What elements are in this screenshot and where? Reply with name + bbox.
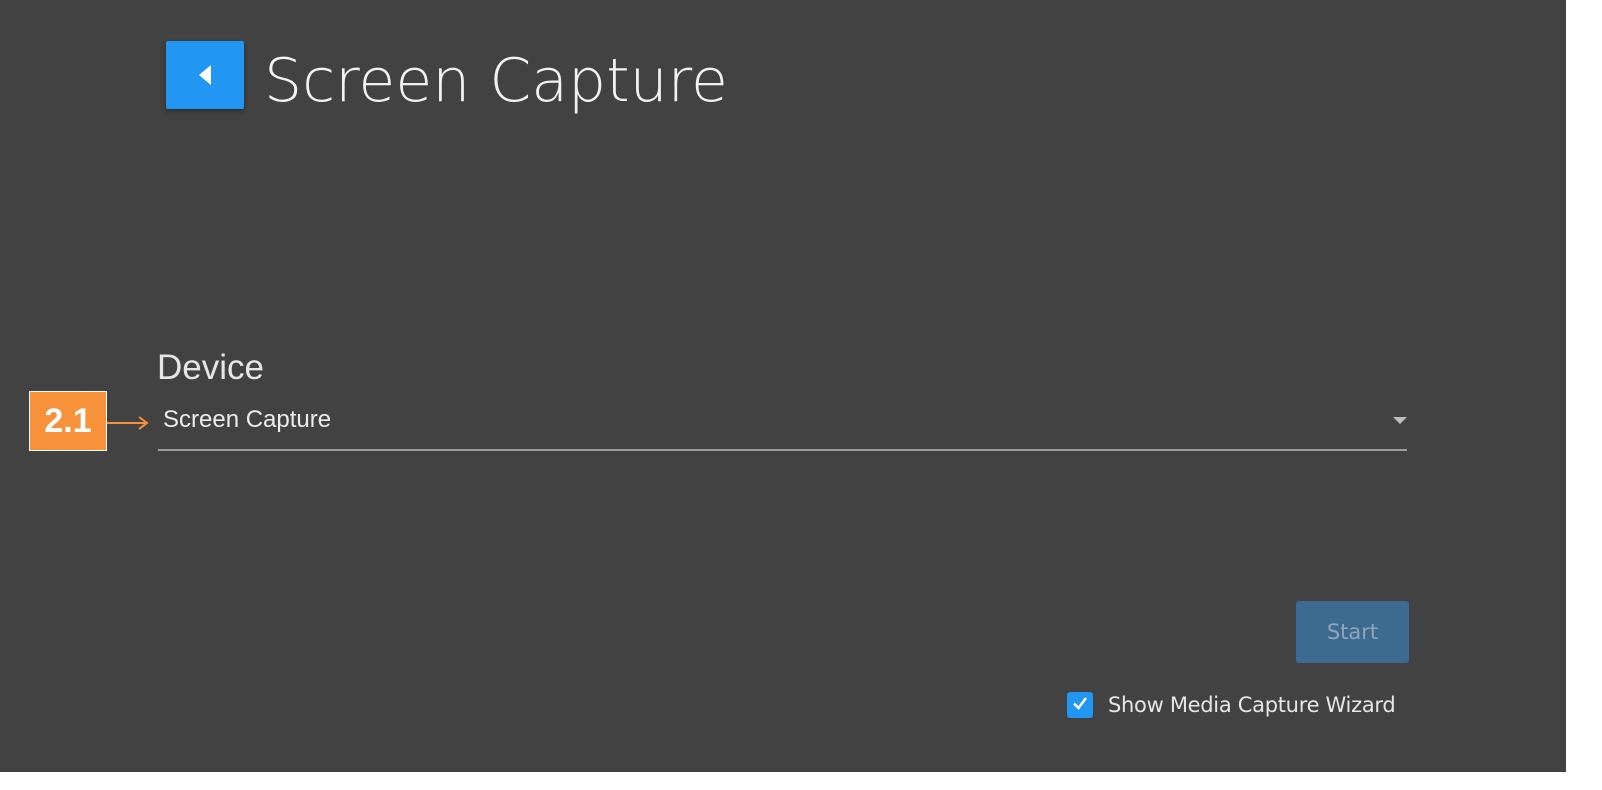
device-dropdown[interactable]: Screen Capture — [158, 400, 1407, 451]
caret-down-icon — [1393, 417, 1407, 424]
page-title: Screen Capture — [264, 46, 728, 116]
device-label: Device — [157, 348, 264, 387]
show-wizard-checkbox[interactable] — [1067, 692, 1093, 718]
screen-capture-window: Screen Capture Device Screen Capture Sta… — [0, 0, 1602, 790]
checkmark-icon — [1071, 694, 1089, 717]
show-wizard-label: Show Media Capture Wizard — [1108, 693, 1396, 717]
start-button[interactable]: Start — [1296, 601, 1409, 663]
back-button[interactable] — [166, 41, 244, 109]
arrow-right-icon — [107, 414, 151, 437]
device-selected-value: Screen Capture — [163, 406, 332, 433]
annotation-callout: 2.1 — [29, 391, 107, 451]
show-wizard-option[interactable]: Show Media Capture Wizard — [1067, 690, 1396, 720]
chevron-left-icon — [195, 63, 215, 87]
